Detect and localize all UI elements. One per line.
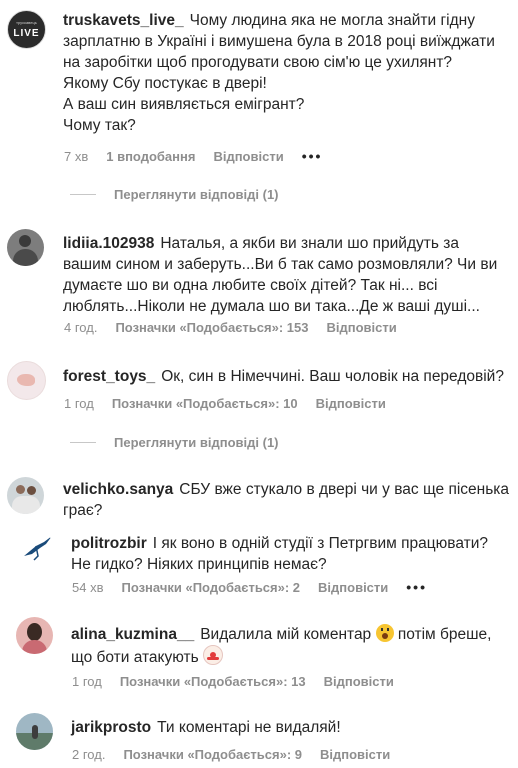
reply-button[interactable]: Відповісти xyxy=(326,320,396,335)
more-options-icon[interactable]: ••• xyxy=(406,579,427,595)
comment-text: lidiia.102938 Наталья, а якби ви знали шо… xyxy=(63,233,513,317)
comment-meta: 54 хв Позначки «Подобається»: 2 Відповіс… xyxy=(72,579,427,595)
comment-text: velichko.sanya СБУ вже стукало в двері чи… xyxy=(63,479,513,521)
view-replies-button[interactable]: Переглянути відповіді (1) xyxy=(70,435,279,450)
likes-count[interactable]: 1 вподобання xyxy=(106,149,195,164)
avatar-body-shape xyxy=(13,249,38,266)
username[interactable]: lidiia.102938 xyxy=(63,235,154,252)
likes-count[interactable]: Позначки «Подобається»: 10 xyxy=(112,396,298,411)
comment-meta: 1 год Позначки «Подобається»: 10 Відпові… xyxy=(64,396,386,411)
comment-meta: 2 год. Позначки «Подобається»: 9 Відпові… xyxy=(72,747,390,762)
username[interactable]: forest_toys_ xyxy=(63,368,155,385)
reply-button[interactable]: Відповісти xyxy=(318,580,388,595)
avatar[interactable] xyxy=(7,229,44,266)
comment-body-part1: Видалила мій коментар xyxy=(200,626,372,643)
comment-text: politrozbir І як воно в одній студії з Пе… xyxy=(71,533,511,575)
avatar[interactable]: трускавець LIVE xyxy=(7,10,46,49)
view-replies-label: Переглянути відповіді (1) xyxy=(114,187,279,202)
timestamp[interactable]: 54 хв xyxy=(72,580,103,595)
username[interactable]: truskavets_live_ xyxy=(63,12,184,29)
likes-count[interactable]: Позначки «Подобається»: 13 xyxy=(120,674,306,689)
avatar[interactable] xyxy=(16,713,53,750)
likes-count[interactable]: Позначки «Подобається»: 9 xyxy=(123,747,302,762)
timestamp[interactable]: 7 хв xyxy=(64,149,88,164)
comment-text: alina_kuzmina__ Видалила мій коментар пот… xyxy=(71,624,511,668)
avatar-person-shape xyxy=(32,725,38,739)
reply-button[interactable]: Відповісти xyxy=(316,396,386,411)
divider-line xyxy=(70,194,96,195)
avatar-body-shape xyxy=(22,640,47,654)
avatar-head-shape xyxy=(27,623,42,641)
astonished-emoji-icon xyxy=(375,624,394,642)
comment-text: jarikprosto Ти коментарі не видаляй! xyxy=(71,717,511,738)
comment-body: Ти коментарі не видаляй! xyxy=(157,719,341,736)
reply-button[interactable]: Відповісти xyxy=(324,674,394,689)
timestamp[interactable]: 1 год xyxy=(64,396,94,411)
clown-emoji-icon xyxy=(203,645,224,665)
avatar-live-text: LIVE xyxy=(13,28,40,39)
reply-button[interactable]: Відповісти xyxy=(213,149,283,164)
avatar-person-shape xyxy=(27,486,36,495)
likes-count[interactable]: Позначки «Подобається»: 153 xyxy=(115,320,308,335)
reply-button[interactable]: Відповісти xyxy=(320,747,390,762)
timestamp[interactable]: 4 год. xyxy=(64,320,97,335)
timestamp[interactable]: 2 год. xyxy=(72,747,105,762)
avatar[interactable] xyxy=(16,617,53,654)
more-options-icon[interactable]: ••• xyxy=(302,148,323,164)
avatar[interactable] xyxy=(7,361,46,400)
likes-count[interactable]: Позначки «Подобається»: 2 xyxy=(121,580,300,595)
avatar-person-shape xyxy=(16,485,25,494)
stork-icon xyxy=(24,536,52,561)
timestamp[interactable]: 1 год xyxy=(72,674,102,689)
view-replies-button[interactable]: Переглянути відповіді (1) xyxy=(70,187,279,202)
avatar[interactable] xyxy=(22,532,54,564)
comment-text: truskavets_live_ Чому людина яка не могла… xyxy=(63,10,513,136)
comment-body: Чому людина яка не могла знайти гідну за… xyxy=(63,12,495,134)
username[interactable]: politrozbir xyxy=(71,535,147,552)
comment-meta: 7 хв 1 вподобання Відповісти ••• xyxy=(64,148,322,164)
divider-line xyxy=(70,442,96,443)
avatar-head-shape xyxy=(19,235,31,247)
username[interactable]: jarikprosto xyxy=(71,719,151,736)
avatar[interactable] xyxy=(7,477,44,514)
comment-meta: 4 год. Позначки «Подобається»: 153 Відпо… xyxy=(64,320,397,335)
bird-icon xyxy=(17,374,35,386)
username[interactable]: velichko.sanya xyxy=(63,481,173,498)
view-replies-label: Переглянути відповіді (1) xyxy=(114,435,279,450)
username[interactable]: alina_kuzmina__ xyxy=(71,626,194,643)
avatar-caption: трускавець xyxy=(16,20,37,25)
comment-meta: 1 год Позначки «Подобається»: 13 Відпові… xyxy=(72,674,394,689)
comment-body: Ок, син в Німеччині. Ваш чоловік на пере… xyxy=(161,368,504,385)
avatar-body-shape xyxy=(12,496,40,514)
comment-text: forest_toys_ Ок, син в Німеччині. Ваш чол… xyxy=(63,366,513,387)
